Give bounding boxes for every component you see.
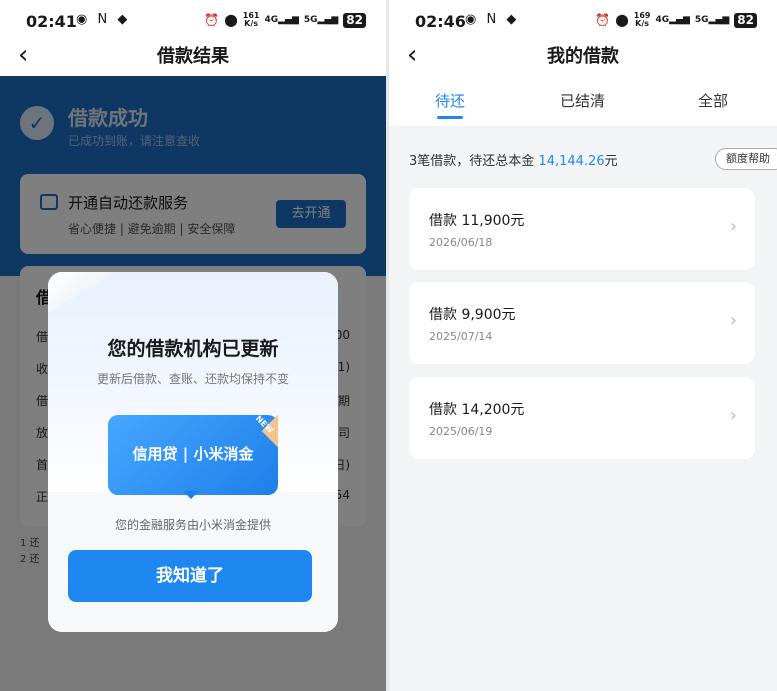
loan-date: 2026/06/18 [429,236,493,249]
page-title: 我的借款 [547,46,619,67]
notification-icons: ◉ N ◆ [76,12,131,27]
quota-help-button[interactable]: 额度帮助 [715,148,777,170]
loan-title: 借款 14,200元 [429,402,525,418]
network-speed: 161 K/s [243,12,260,28]
signal-5g-label: 5G [694,15,709,25]
signal-4g-icon: 4G▂▄▆ [264,15,299,25]
summary-prefix: 3笔借款，待还总本金 [409,154,535,169]
chevron-right-icon: › [729,405,737,426]
alarm-icon: ⏰ [595,13,611,27]
provider-promo-card: 信用贷 | 小米消金 [108,415,278,495]
signal-4g-label: 4G [264,15,279,25]
nav-bar: ‹ 我的借款 [389,40,777,76]
loan-summary: 3笔借款，待还总本金 14,144.26元 [409,150,618,169]
notification-icons: ◉ N ◆ [465,12,520,27]
tab-all[interactable]: 全部 [698,90,728,111]
status-bar: 02:46 ◉ N ◆ ⏰ ⬤ 169 K/s 4G▂▄▆ 5G▂▄▆ 82 [389,0,777,40]
signal-5g-label: 5G [303,15,318,25]
status-right-icons: ⏰ ⬤ 169 K/s 4G▂▄▆ 5G▂▄▆ 82 [595,12,757,28]
chevron-right-icon: › [729,216,737,237]
provider-text: 您的金融服务由小米消金提供 [114,518,271,532]
summary-suffix: 元 [604,154,618,169]
promo-pointer [183,491,199,499]
loan-date: 2025/06/19 [429,425,493,438]
signal-4g-icon: 4G▂▄▆ [655,15,690,25]
loan-item[interactable]: 借款 11,900元 2026/06/18 › [409,188,755,270]
loan-title: 借款 9,900元 [429,307,516,323]
promo-label: 信用贷 | 小米消金 [132,445,254,463]
signal-4g-label: 4G [655,15,670,25]
loan-date: 2025/07/14 [429,330,493,343]
dialog-subtitle: 更新后借款、查账、还款均保持不变 [96,372,289,386]
status-time: 02:46 [415,12,466,31]
my-loans-screen: 02:46 ◉ N ◆ ⏰ ⬤ 169 K/s 4G▂▄▆ 5G▂▄▆ 82 ‹… [389,0,777,691]
confirm-button[interactable]: 我知道了 [68,550,312,602]
summary-amount: 14,144.26 [538,154,605,169]
signal-5g-icon: 5G▂▄▆ [694,15,730,25]
loan-item[interactable]: 借款 14,200元 2025/06/19 › [409,377,755,459]
chevron-right-icon: › [729,310,737,331]
tab-settled[interactable]: 已结清 [560,90,605,111]
status-time: 02:41 [26,12,77,31]
loan-item[interactable]: 借款 9,900元 2025/07/14 › [409,282,755,364]
dialog-title: 您的借款机构已更新 [107,338,279,360]
signal-5g-icon: 5G▂▄▆ [303,15,339,25]
network-speed-unit: K/s [244,19,259,28]
status-right-icons: ⏰ ⬤ 161 K/s 4G▂▄▆ 5G▂▄▆ 82 [204,12,366,28]
nav-bar: ‹ 借款结果 [0,40,386,76]
battery-icon: 82 [734,12,757,28]
institution-updated-dialog: 您的借款机构已更新 更新后借款、查账、还款均保持不变 信用贷 | 小米消金 NE… [48,272,338,632]
location-icon: ⬤ [615,13,629,27]
alarm-icon: ⏰ [204,13,220,27]
tab-pending[interactable]: 待还 [435,90,465,111]
battery-icon: 82 [343,12,366,28]
network-speed-unit: K/s [635,19,650,28]
active-tab-indicator [437,116,463,119]
status-bar: 02:41 ◉ N ◆ ⏰ ⬤ 161 K/s 4G▂▄▆ 5G▂▄▆ 82 [0,0,386,40]
location-icon: ⬤ [224,13,238,27]
page-title: 借款结果 [157,46,229,67]
network-speed: 169 K/s [634,12,651,28]
loan-title: 借款 11,900元 [429,213,525,229]
loan-result-screen: 02:41 ◉ N ◆ ⏰ ⬤ 161 K/s 4G▂▄▆ 5G▂▄▆ 82 ‹… [0,0,386,691]
